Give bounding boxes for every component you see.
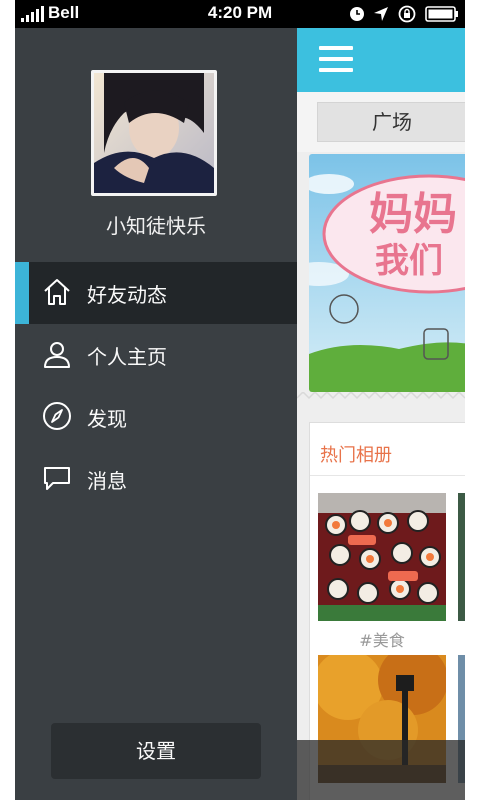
home-icon — [44, 279, 70, 305]
avatar-photo — [94, 73, 214, 193]
username: 小知徒快乐 — [106, 214, 206, 238]
bottom-overlay — [297, 740, 465, 800]
rotation-lock-icon — [398, 5, 416, 23]
banner-image[interactable]: 妈妈 我们 — [309, 154, 465, 392]
menu-item-profile[interactable]: 个人主页 — [15, 324, 297, 386]
banner-text-1: 妈妈 — [369, 190, 457, 239]
tab-bar: 广场 — [297, 92, 465, 152]
menu-item-label: 发现 — [87, 406, 127, 431]
alarm-icon — [350, 7, 364, 21]
status-right — [349, 5, 459, 23]
settings-button[interactable]: 设置 — [51, 723, 261, 779]
person-icon — [44, 342, 70, 368]
compass-icon — [43, 402, 71, 430]
album-thumbnail-food[interactable] — [318, 493, 446, 621]
chat-bubble-icon — [44, 467, 70, 490]
avatar[interactable] — [91, 70, 217, 196]
location-arrow-icon — [374, 7, 388, 21]
app-frame: Bell 4:20 PM 小知徒快乐 好友动态 个人主页 发现 消息 设置 广场… — [15, 0, 465, 800]
menu-item-label: 个人主页 — [87, 344, 167, 369]
zigzag-divider — [297, 392, 465, 400]
menu-item-label: 消息 — [87, 468, 127, 493]
divider — [310, 475, 465, 476]
side-drawer: 小知徒快乐 好友动态 个人主页 发现 消息 设置 — [15, 28, 297, 800]
banner-illustration: 妈妈 我们 — [309, 154, 465, 392]
menu-item-friends-feed[interactable]: 好友动态 — [15, 262, 297, 324]
menu-item-messages[interactable]: 消息 — [15, 448, 297, 510]
top-bar — [297, 28, 465, 92]
drawer-menu: 好友动态 个人主页 发现 消息 — [15, 262, 297, 510]
hot-albums-title: 热门相册 — [320, 445, 392, 466]
status-bar: Bell 4:20 PM — [15, 0, 465, 28]
sushi-photo — [318, 493, 446, 621]
tab-square[interactable]: 广场 — [317, 102, 465, 142]
album-tag: #美食 — [359, 631, 405, 650]
album-thumbnail-partial[interactable] — [458, 493, 465, 621]
main-content: 广场 妈妈 我们 热门相册 #美食 — [297, 28, 465, 800]
menu-item-discover[interactable]: 发现 — [15, 386, 297, 448]
battery-icon — [425, 6, 458, 22]
menu-toggle-icon[interactable] — [319, 46, 353, 74]
banner-text-2: 我们 — [375, 242, 443, 280]
menu-item-label: 好友动态 — [87, 282, 167, 307]
